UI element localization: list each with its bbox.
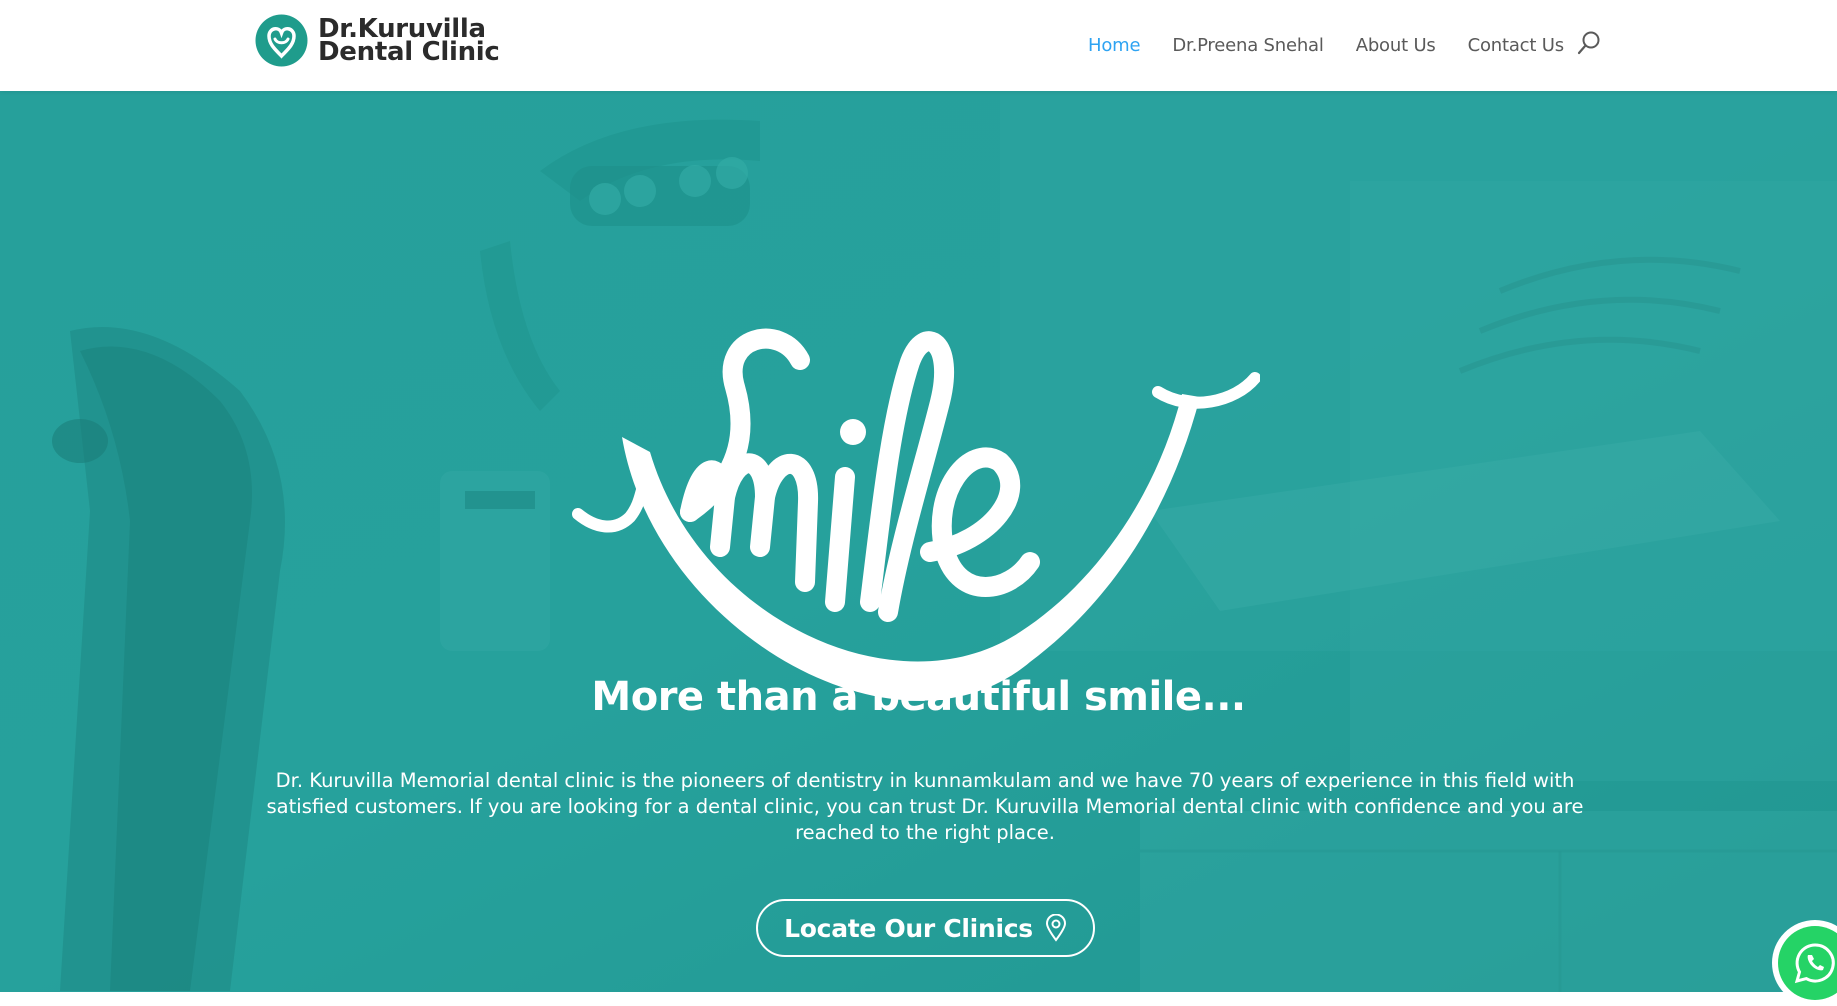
hero-tagline: More than a beautiful smile... xyxy=(591,674,1246,720)
locate-clinics-button[interactable]: Locate Our Clinics xyxy=(756,899,1095,957)
logo-line-2: Dental Clinic xyxy=(318,36,500,67)
main-nav: Home Dr.Preena Snehal About Us Contact U… xyxy=(1088,0,1564,91)
nav-about-us[interactable]: About Us xyxy=(1356,35,1436,56)
nav-contact-us[interactable]: Contact Us xyxy=(1468,35,1565,56)
whatsapp-icon xyxy=(1794,943,1835,984)
nav-home[interactable]: Home xyxy=(1088,35,1141,56)
whatsapp-badge xyxy=(1778,926,1837,1000)
search-icon[interactable] xyxy=(1576,30,1602,56)
hero-section: More than a beautiful smile... Dr. Kuruv… xyxy=(0,91,1837,992)
smile-logo xyxy=(572,328,1260,701)
site-logo[interactable]: Dr.Kuruvilla Dental Clinic xyxy=(255,14,500,67)
nav-dr-preena-snehal[interactable]: Dr.Preena Snehal xyxy=(1172,35,1324,56)
map-pin-icon xyxy=(1045,914,1066,942)
logo-wordmark: Dr.Kuruvilla Dental Clinic xyxy=(318,16,500,67)
hero-description: Dr. Kuruvilla Memorial dental clinic is … xyxy=(266,769,1584,844)
locate-clinics-label: Locate Our Clinics xyxy=(784,913,1033,943)
site-header: Dr.Kuruvilla Dental Clinic Home Dr.Preen… xyxy=(0,0,1837,91)
tooth-heart-icon xyxy=(255,14,308,67)
